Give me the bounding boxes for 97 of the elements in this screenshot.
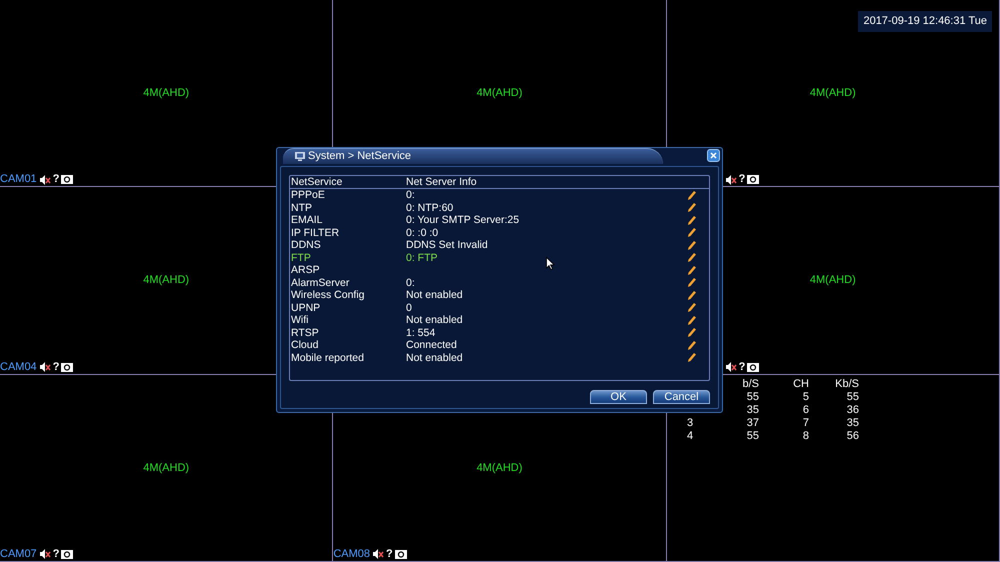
- column-header: CH: [792, 378, 809, 391]
- status-mark: ?: [738, 174, 746, 186]
- date-time: 2017-09-19 12:46:31 Tue: [858, 11, 992, 32]
- muted-speaker-icon: [372, 549, 384, 560]
- table-cell-text: 4: [686, 430, 694, 443]
- muted-speaker-icon: [724, 174, 737, 185]
- status-mark: ?: [386, 548, 393, 560]
- column-header: Kb/S: [834, 378, 859, 391]
- camera-label: CAM04: [0, 362, 37, 373]
- service-name: FTP: [291, 252, 312, 264]
- table-cell-text: 7: [802, 416, 809, 430]
- service-info: 1: 554: [406, 326, 436, 338]
- close-button[interactable]: [707, 149, 720, 162]
- service-row[interactable]: NTP 0: NTP:60: [290, 202, 709, 214]
- table-cell-text: 55: [846, 390, 859, 404]
- status-mark: ?: [738, 362, 746, 373]
- service-row[interactable]: IP FILTER 0: :0 :0: [290, 226, 709, 239]
- status-mark: ?: [52, 362, 60, 373]
- service-name: DDNS: [291, 239, 322, 252]
- service-info: DDNS Set Invalid: [406, 239, 488, 251]
- table-cell-text: 6: [802, 404, 809, 417]
- table-cell-text: 55: [746, 430, 759, 443]
- service-row[interactable]: DDNS DDNS Set Invalid: [290, 239, 709, 252]
- service-info: Not enabled: [406, 352, 463, 364]
- service-row[interactable]: RTSP 1: 554: [290, 326, 709, 339]
- table-cell-text: 36: [846, 404, 859, 417]
- service-info: Not enabled: [406, 289, 463, 301]
- camera-icon: [394, 550, 407, 559]
- service-name: Cloud: [291, 339, 320, 352]
- signal-label: 4M(AHD): [476, 460, 522, 476]
- service-name: Wireless Config: [291, 289, 366, 302]
- close-icon: [710, 152, 717, 159]
- service-name: IP FILTER: [291, 226, 340, 239]
- camera-icon: [61, 175, 74, 184]
- table-cell-text: 3: [686, 416, 694, 430]
- camera-icon: [61, 362, 74, 372]
- status-mark: ?: [52, 548, 60, 560]
- service-row[interactable]: AlarmServer 0:: [290, 276, 709, 289]
- service-info: 0: Your SMTP Server:25: [406, 214, 520, 226]
- monitor-icon: [295, 152, 305, 161]
- column-header: Net Server Info: [406, 176, 477, 188]
- signal-label: 4M(AHD): [810, 86, 856, 101]
- table-cell-text: 55: [746, 390, 759, 404]
- table-cell-text: 35: [846, 416, 859, 430]
- muted-speaker-icon: [38, 549, 51, 560]
- service-name: NTP: [291, 202, 313, 214]
- muted-speaker-icon: [724, 362, 737, 372]
- camera-label: CAM07: [0, 548, 37, 560]
- dialog-button[interactable]: Cancel: [653, 390, 710, 404]
- service-row[interactable]: FTP 0: FTP: [290, 252, 709, 264]
- service-info: 0: [406, 302, 412, 314]
- dialog-button[interactable]: OK: [590, 390, 647, 404]
- table-cell-text: 8: [802, 430, 809, 443]
- dialog-title: System > NetService: [308, 151, 412, 162]
- signal-label: 4M(AHD): [143, 86, 190, 101]
- service-info: 0: FTP: [406, 252, 438, 264]
- camera-icon: [747, 362, 760, 372]
- camera-icon: [61, 550, 74, 559]
- signal-label: 4M(AHD): [476, 86, 522, 101]
- service-row[interactable]: Cloud Connected: [290, 339, 709, 352]
- signal-label: 4M(AHD): [810, 273, 856, 288]
- table-cell-text: 37: [746, 416, 759, 430]
- table-cell-text: 5: [802, 390, 809, 404]
- camera-label: CAM01: [0, 174, 37, 186]
- muted-speaker-icon: [38, 362, 51, 372]
- service-row[interactable]: Wifi Not enabled: [290, 314, 709, 326]
- service-name: AlarmServer: [291, 276, 350, 289]
- table-cell-text: 35: [746, 404, 759, 417]
- service-name: RTSP: [291, 326, 320, 339]
- service-name: PPPoE: [291, 189, 326, 202]
- service-row[interactable]: UPNP 0: [290, 302, 709, 314]
- service-row[interactable]: ARSP: [290, 264, 709, 276]
- column-header: b/S: [741, 378, 759, 391]
- status-mark: ?: [52, 174, 60, 186]
- service-name: EMAIL: [291, 214, 324, 226]
- service-info: 0:: [406, 189, 415, 201]
- service-name: Mobile reported: [291, 352, 365, 364]
- service-name: UPNP: [291, 302, 322, 314]
- service-info: 0:: [406, 276, 415, 288]
- service-info: 0: NTP:60: [406, 202, 454, 214]
- column-header: NetService: [291, 176, 344, 188]
- service-info: Connected: [406, 339, 457, 351]
- mouse-cursor-icon: [546, 257, 555, 270]
- service-row[interactable]: EMAIL 0: Your SMTP Server:25: [290, 214, 709, 226]
- camera-label: CAM08: [333, 548, 370, 560]
- service-row[interactable]: Wireless Config Not enabled: [290, 289, 709, 302]
- muted-speaker-icon: [38, 174, 51, 185]
- service-name: Wifi: [291, 314, 310, 326]
- signal-label: 4M(AHD): [143, 273, 190, 288]
- service-row[interactable]: PPPoE 0:: [290, 189, 709, 202]
- service-name: ARSP: [291, 264, 321, 276]
- service-info: 0: :0 :0: [406, 226, 438, 238]
- signal-label: 4M(AHD): [143, 460, 190, 476]
- table-cell-text: 56: [846, 430, 859, 443]
- service-info: Not enabled: [406, 314, 463, 326]
- service-row[interactable]: Mobile reported Not enabled: [290, 352, 709, 364]
- camera-icon: [747, 175, 760, 184]
